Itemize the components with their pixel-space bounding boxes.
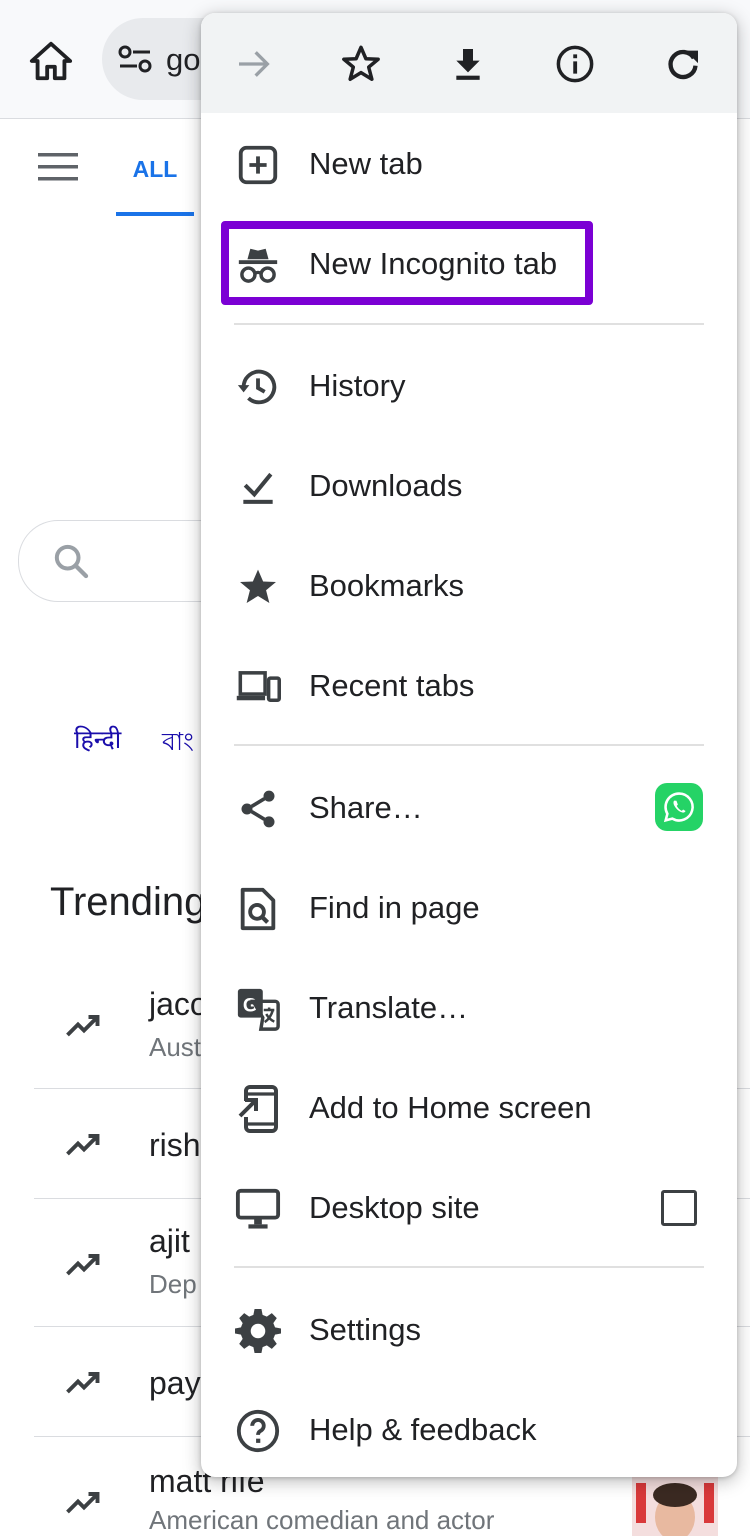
menu-item-bookmarks[interactable]: Bookmarks <box>201 536 737 636</box>
page-info-icon <box>556 45 594 83</box>
home-icon <box>29 41 73 81</box>
trending-heading: Trending <box>50 880 207 924</box>
menu-item-label: Share… <box>309 790 423 825</box>
menu-item-recent-tabs[interactable]: Recent tabs <box>201 636 737 736</box>
trending-up-icon <box>66 1015 100 1037</box>
download-icon <box>456 49 480 80</box>
menu-item-find-in-page[interactable]: Find in page <box>201 858 737 958</box>
translate-icon: G <box>235 986 281 1032</box>
add-to-home-screen-icon <box>235 1085 281 1133</box>
tab-all-underline <box>116 212 194 216</box>
trending-item-subtitle: Dep <box>149 1269 197 1299</box>
trending-up-icon <box>66 1372 100 1394</box>
tab-all-label: ALL <box>132 156 178 182</box>
trending-thumbnail-image <box>632 1477 718 1536</box>
find-in-page-icon <box>235 886 281 932</box>
reload-icon <box>668 49 698 80</box>
menu-item-label: Bookmarks <box>309 568 465 603</box>
menu-item-label: Add to Home screen <box>309 1090 592 1125</box>
trending-item-title: rish <box>149 1127 201 1163</box>
help-icon <box>235 1408 281 1454</box>
whatsapp-share-button[interactable] <box>655 783 703 831</box>
reload-button[interactable] <box>658 39 708 89</box>
trending-up-icon <box>66 1492 100 1514</box>
menu-item-label: Downloads <box>309 468 463 503</box>
desktop-site-checkbox[interactable] <box>661 1190 697 1226</box>
app-menu: New tab New Incognito tab History Downlo… <box>201 13 737 1477</box>
forward-button[interactable] <box>229 39 279 89</box>
new-tab-icon <box>235 142 281 188</box>
menu-item-label: Find in page <box>309 890 480 925</box>
home-button[interactable] <box>28 38 74 84</box>
share-icon <box>235 786 281 832</box>
menu-item-translate[interactable]: G Translate… <box>201 958 737 1058</box>
url-text: go <box>166 42 201 77</box>
menu-item-downloads[interactable]: Downloads <box>201 436 737 536</box>
hamburger-menu-button[interactable] <box>38 152 80 182</box>
download-button[interactable] <box>443 39 493 89</box>
menu-item-desktop-site[interactable]: Desktop site <box>201 1158 737 1258</box>
history-icon <box>235 364 281 410</box>
devices-icon <box>235 664 281 710</box>
menu-action-toolbar <box>201 13 737 113</box>
menu-divider <box>234 1266 704 1268</box>
menu-item-history[interactable]: History <box>201 336 737 436</box>
menu-item-add-to-home-screen[interactable]: Add to Home screen <box>201 1058 737 1158</box>
trending-item-title: ajit <box>149 1223 190 1259</box>
menu-item-label: Help & feedback <box>309 1412 537 1447</box>
highlight-annotation-box <box>221 221 593 305</box>
trending-item-subtitle: American comedian and actor <box>149 1505 495 1535</box>
gear-icon <box>235 1308 281 1354</box>
menu-divider <box>234 744 704 746</box>
page-info-button[interactable] <box>550 39 600 89</box>
bookmark-star-icon <box>342 45 380 81</box>
trending-up-icon <box>66 1134 100 1156</box>
desktop-monitor-icon <box>235 1186 281 1232</box>
tab-all[interactable]: ALL <box>116 150 194 216</box>
bookmarks-star-icon <box>235 564 281 610</box>
menu-item-new-tab[interactable]: New tab <box>201 114 737 214</box>
menu-item-label: Desktop site <box>309 1190 480 1225</box>
bookmark-button[interactable] <box>336 39 386 89</box>
trending-up-icon <box>66 1254 100 1276</box>
trending-item-title: pay <box>149 1365 201 1401</box>
trending-item-title: jaco <box>149 986 208 1022</box>
forward-icon <box>239 51 270 77</box>
hamburger-icon <box>38 153 78 181</box>
menu-divider <box>234 323 704 325</box>
menu-item-label: Translate… <box>309 990 469 1025</box>
menu-item-label: Recent tabs <box>309 668 475 703</box>
search-icon <box>54 544 89 579</box>
whatsapp-icon <box>663 792 694 823</box>
trending-item-subtitle: Aust <box>149 1032 202 1062</box>
site-settings-icon[interactable] <box>118 44 152 74</box>
menu-item-help-feedback[interactable]: Help & feedback <box>201 1380 737 1477</box>
language-link-bangla[interactable]: বাং <box>162 722 194 765</box>
language-link-hindi[interactable]: हिन्दी <box>74 722 121 756</box>
menu-item-label: History <box>309 368 406 403</box>
menu-item-label: New tab <box>309 146 423 181</box>
menu-item-label: Settings <box>309 1312 422 1347</box>
menu-item-settings[interactable]: Settings <box>201 1280 737 1380</box>
downloads-check-icon <box>235 464 281 510</box>
